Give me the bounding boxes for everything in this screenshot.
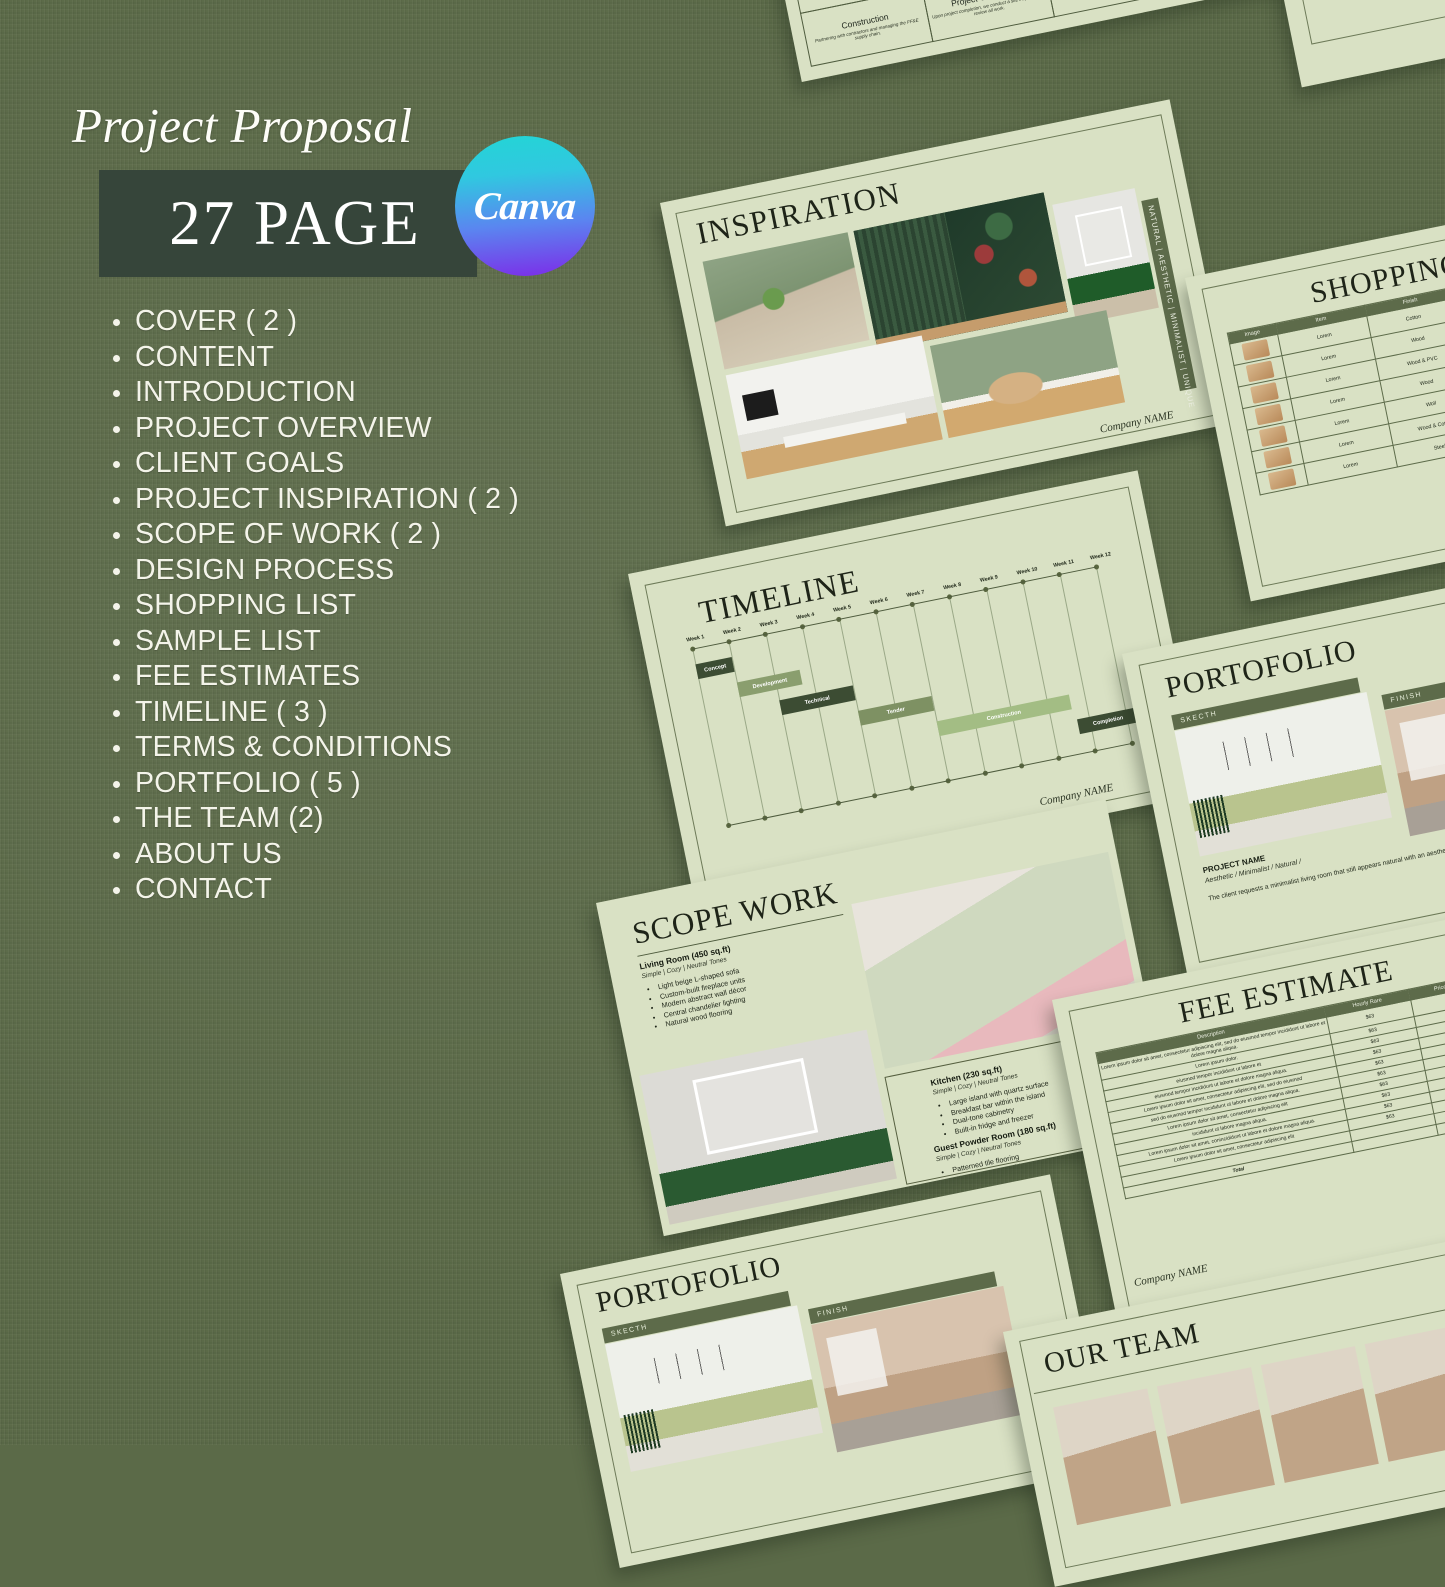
- feature-list: COVER ( 2 )CONTENTINTRODUCTIONPROJECT OV…: [104, 304, 624, 908]
- feature-list-item: COVER ( 2 ): [104, 304, 624, 340]
- marketing-panel: Project Proposal 27 PAGE Canva COVER ( 2…: [0, 0, 640, 1445]
- gantt-gridline: [986, 589, 1023, 766]
- gantt-bar: Development: [737, 670, 802, 697]
- feature-list-item: CONTENT: [104, 340, 624, 376]
- scope-photo-living-room: [639, 1030, 897, 1225]
- design-process-cell: Project Completion Upon project completi…: [921, 0, 1054, 42]
- slide-inspiration[interactable]: INSPIRATION NATURAL | AESTHETIC | MINIMA…: [660, 99, 1235, 526]
- design-process-cell: Construction Partnering with contractors…: [799, 0, 932, 66]
- canva-badge: Canva: [455, 136, 595, 276]
- feature-list-item: SHOPPING LIST: [104, 588, 624, 624]
- gantt-bar: Concept: [695, 657, 735, 679]
- page-title: Project Proposal: [72, 97, 413, 154]
- term-body: Any extra revisions beyond those include…: [1312, 0, 1445, 5]
- feature-list-item: ABOUT US: [104, 837, 624, 873]
- gantt-gridline: [802, 626, 839, 803]
- gantt-bar: Technical: [779, 685, 855, 715]
- page-count-label: 27 PAGE: [99, 170, 477, 277]
- gantt-gridline: [949, 596, 986, 773]
- gantt-gridline: [912, 604, 949, 781]
- feature-list-item: PROJECT INSPIRATION ( 2 ): [104, 482, 624, 518]
- gantt-gridline: [876, 611, 913, 788]
- scope-title: SCOPE WORK: [629, 875, 840, 952]
- slide-terms-conditions[interactable]: TEMS & CONDITIONS COMMUNICATION We will …: [1236, 0, 1445, 87]
- feature-list-item: PORTFOLIO ( 5 ): [104, 766, 624, 802]
- feature-list-item: SAMPLE LIST: [104, 624, 624, 660]
- gantt-bar: Tender: [858, 696, 934, 726]
- feature-list-item: CONTACT: [104, 872, 624, 908]
- feature-list-item: SCOPE OF WORK ( 2 ): [104, 517, 624, 553]
- feature-list-item: TERMS & CONDITIONS: [104, 730, 624, 766]
- gantt-gridline: [839, 619, 876, 796]
- feature-list-item: INTRODUCTION: [104, 375, 624, 411]
- page-count-band: 27 PAGE: [99, 170, 477, 277]
- slide-shopping-list[interactable]: SHOPPING LIST Image Item Finish Dimensio…: [1185, 184, 1445, 601]
- feature-list-item: THE TEAM (2): [104, 801, 624, 837]
- slide-timeline[interactable]: TIMELINE Week 1Week 2Week 3Week 4Week 5W…: [628, 470, 1203, 897]
- gantt-gridline: [1022, 581, 1059, 758]
- feature-list-item: DESIGN PROCESS: [104, 553, 624, 589]
- gantt-gridline: [766, 634, 803, 811]
- feature-list-item: PROJECT OVERVIEW: [104, 411, 624, 447]
- design-process-grid: Concept Creating architectural layouts, …: [789, 0, 1297, 66]
- cell-body: Upon project completion, we conduct a si…: [931, 0, 1046, 25]
- gantt-bar: Construction: [936, 695, 1071, 737]
- design-process-cell: Tender Collaborating with your design te…: [1042, 0, 1175, 17]
- canva-logo-text: Canva: [473, 184, 578, 229]
- feature-list-item: CLIENT GOALS: [104, 446, 624, 482]
- feature-list-item: TIMELINE ( 3 ): [104, 695, 624, 731]
- feature-list-item: FEE ESTIMATES: [104, 659, 624, 695]
- slide-design-process[interactable]: Concept Creating architectural layouts, …: [742, 0, 1311, 82]
- slide-portfolio[interactable]: PORTOFOLIO SKECTH FINISH PROJECT NAME Ae…: [1122, 560, 1445, 977]
